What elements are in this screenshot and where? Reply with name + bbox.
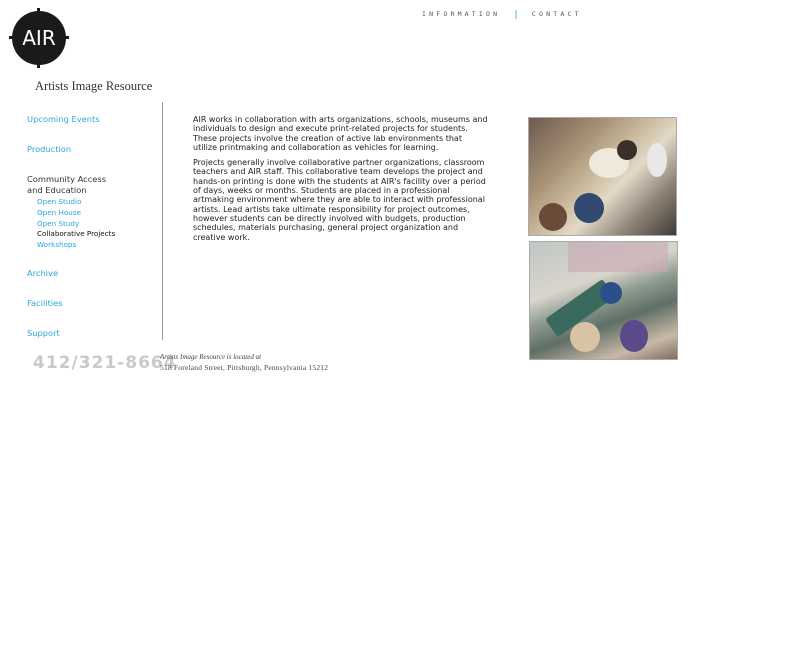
community-line2: and Education xyxy=(27,185,87,195)
nav-separator: | xyxy=(513,10,519,20)
phone-number: 412/321-8664 xyxy=(33,353,177,373)
air-logo[interactable]: AIR xyxy=(9,8,69,68)
content-paragraph-1: AIR works in collaboration with arts org… xyxy=(193,115,488,152)
sidebar-subitem-workshops[interactable]: Workshops xyxy=(37,240,76,249)
address-line-1: Artists Image Resource is located at xyxy=(160,353,262,361)
students-printing-photo-2 xyxy=(529,241,678,360)
photo1-figure-4 xyxy=(617,140,637,160)
sidebar-item-archive[interactable]: Archive xyxy=(27,268,58,278)
sidebar-item-facilities[interactable]: Facilities xyxy=(27,298,63,308)
logo-text: AIR xyxy=(22,26,56,50)
photo1-figure-3 xyxy=(647,143,667,177)
community-line1: Community Access xyxy=(27,174,107,184)
top-nav: INFORMATION | CONTACT xyxy=(422,10,582,20)
photo2-figure-3 xyxy=(600,282,622,304)
photo2-figure-1 xyxy=(570,322,600,352)
nav-contact-link[interactable]: CONTACT xyxy=(532,10,582,18)
sidebar-item-upcoming-events[interactable]: Upcoming Events xyxy=(27,114,100,124)
sidebar-item-production[interactable]: Production xyxy=(27,144,71,154)
photo1-figure-2 xyxy=(574,193,604,223)
sidebar-divider xyxy=(162,102,163,340)
address-line-2: 518 Foreland Street, Pittsburgh, Pennsyl… xyxy=(160,363,329,372)
photo1-figure-1 xyxy=(539,203,567,231)
photo2-figure-2 xyxy=(620,320,648,352)
sidebar-subitem-collaborative-projects[interactable]: Collaborative Projects xyxy=(37,229,115,238)
content-paragraph-2: Projects generally involve collaborative… xyxy=(193,158,486,242)
photo2-prints-wall xyxy=(568,242,668,272)
nav-information-link[interactable]: INFORMATION xyxy=(422,10,500,18)
org-name: Artists Image Resource xyxy=(35,79,153,93)
sidebar-subitem-open-house[interactable]: Open House xyxy=(37,208,81,217)
sidebar-section-community[interactable]: Community Access and Education xyxy=(27,174,106,196)
sidebar-subitem-open-studio[interactable]: Open Studio xyxy=(37,197,81,206)
sidebar-subitem-open-study[interactable]: Open Study xyxy=(37,219,79,228)
sidebar-item-support[interactable]: Support xyxy=(27,328,60,338)
main-content: AIR works in collaboration with arts org… xyxy=(193,115,488,248)
address-block: Artists Image Resource is located at 518… xyxy=(160,353,328,372)
students-printing-photo-1 xyxy=(528,117,677,236)
